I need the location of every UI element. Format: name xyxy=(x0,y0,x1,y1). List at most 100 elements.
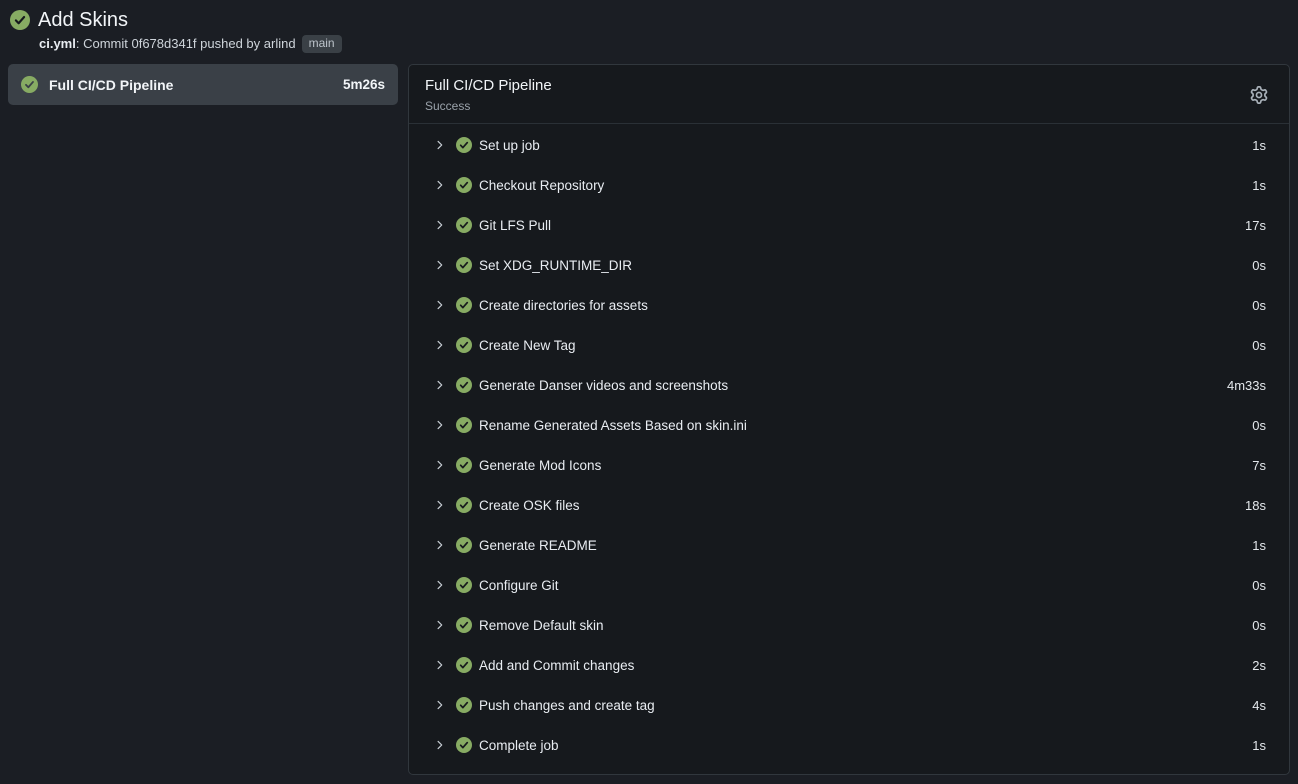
jobs-sidebar: Full CI/CD Pipeline 5m26s xyxy=(8,64,398,775)
step-name: Complete job xyxy=(479,738,559,753)
step-name: Remove Default skin xyxy=(479,618,604,633)
step-row[interactable]: Checkout Repository 1s xyxy=(409,165,1289,205)
chevron-right-icon[interactable] xyxy=(434,659,446,671)
job-panel-header: Full CI/CD Pipeline Success xyxy=(409,65,1289,124)
step-name: Create directories for assets xyxy=(479,298,648,313)
step-duration: 0s xyxy=(1252,338,1266,353)
step-duration: 1s xyxy=(1252,538,1266,553)
check-circle-icon xyxy=(456,417,472,433)
chevron-right-icon[interactable] xyxy=(434,499,446,511)
step-name: Set up job xyxy=(479,138,540,153)
chevron-right-icon[interactable] xyxy=(434,259,446,271)
step-duration: 0s xyxy=(1252,618,1266,633)
actions-run-page: Add Skins ci.yml: Commit 0f678d341f push… xyxy=(0,0,1298,784)
step-name: Generate Mod Icons xyxy=(479,458,601,473)
check-circle-icon xyxy=(456,697,472,713)
step-duration: 18s xyxy=(1245,498,1266,513)
chevron-right-icon[interactable] xyxy=(434,539,446,551)
step-duration: 0s xyxy=(1252,418,1266,433)
step-row[interactable]: Create New Tag 0s xyxy=(409,325,1289,365)
step-duration: 0s xyxy=(1252,258,1266,273)
check-circle-icon xyxy=(456,537,472,553)
chevron-right-icon[interactable] xyxy=(434,339,446,351)
step-row[interactable]: Git LFS Pull 17s xyxy=(409,205,1289,245)
step-row[interactable]: Create directories for assets 0s xyxy=(409,285,1289,325)
step-row[interactable]: Generate README 1s xyxy=(409,525,1289,565)
commit-sha-link[interactable]: 0f678d341f xyxy=(131,36,196,51)
chevron-right-icon[interactable] xyxy=(434,739,446,751)
step-name: Push changes and create tag xyxy=(479,698,655,713)
step-row[interactable]: Rename Generated Assets Based on skin.in… xyxy=(409,405,1289,445)
step-row[interactable]: Create OSK files18s xyxy=(409,485,1289,525)
step-duration: 1s xyxy=(1252,138,1266,153)
chevron-right-icon[interactable] xyxy=(434,299,446,311)
step-name: Rename Generated Assets Based on skin.in… xyxy=(479,418,747,433)
pushed-by-text: pushed by xyxy=(197,36,264,51)
step-name: Set XDG_RUNTIME_DIR xyxy=(479,258,632,273)
workflow-file-name: ci.yml xyxy=(39,36,76,51)
check-circle-icon xyxy=(456,737,472,753)
job-status-text: Success xyxy=(425,99,552,113)
run-header: Add Skins ci.yml: Commit 0f678d341f push… xyxy=(8,8,1290,53)
job-duration: 5m26s xyxy=(343,77,385,92)
check-circle-icon xyxy=(456,137,472,153)
step-name: Git LFS Pull xyxy=(479,218,551,233)
step-name: Generate Danser videos and screenshots xyxy=(479,378,728,393)
step-row[interactable]: Set up job 1s xyxy=(409,125,1289,165)
run-subtitle: ci.yml: Commit 0f678d341f pushed by arli… xyxy=(39,35,1288,53)
step-list: Set up job 1s Checkout Repository 1s Git L… xyxy=(409,124,1289,774)
step-name: Generate README xyxy=(479,538,597,553)
step-row[interactable]: Complete job 1s xyxy=(409,725,1289,765)
chevron-right-icon[interactable] xyxy=(434,699,446,711)
chevron-right-icon[interactable] xyxy=(434,379,446,391)
run-success-check-circle-icon xyxy=(10,10,30,30)
check-circle-icon xyxy=(456,577,472,593)
step-duration: 4m33s xyxy=(1227,378,1266,393)
check-circle-icon xyxy=(456,297,472,313)
job-settings-button[interactable] xyxy=(1245,82,1273,108)
step-duration: 1s xyxy=(1252,178,1266,193)
chevron-right-icon[interactable] xyxy=(434,139,446,151)
sidebar-job-item-full-pipeline[interactable]: Full CI/CD Pipeline 5m26s xyxy=(8,64,398,105)
run-title: Add Skins xyxy=(38,8,128,32)
step-duration: 17s xyxy=(1245,218,1266,233)
check-circle-icon xyxy=(456,497,472,513)
step-name: Add and Commit changes xyxy=(479,658,634,673)
step-duration: 1s xyxy=(1252,738,1266,753)
author-link[interactable]: arlind xyxy=(264,36,296,51)
gear-icon xyxy=(1250,86,1268,104)
step-duration: 0s xyxy=(1252,298,1266,313)
check-circle-icon xyxy=(456,217,472,233)
step-duration: 0s xyxy=(1252,578,1266,593)
step-name: Checkout Repository xyxy=(479,178,604,193)
job-success-check-circle-icon xyxy=(21,76,38,93)
chevron-right-icon[interactable] xyxy=(434,619,446,631)
check-circle-icon xyxy=(456,377,472,393)
step-duration: 4s xyxy=(1252,698,1266,713)
check-circle-icon xyxy=(456,657,472,673)
job-panel-title: Full CI/CD Pipeline xyxy=(425,76,552,95)
check-circle-icon xyxy=(456,457,472,473)
job-detail-panel: Full CI/CD Pipeline Success Set up job 1s… xyxy=(408,64,1290,775)
check-circle-icon xyxy=(456,257,472,273)
step-duration: 7s xyxy=(1252,458,1266,473)
check-circle-icon xyxy=(456,617,472,633)
chevron-right-icon[interactable] xyxy=(434,419,446,431)
check-circle-icon xyxy=(456,177,472,193)
commit-text: : Commit xyxy=(76,36,132,51)
chevron-right-icon[interactable] xyxy=(434,459,446,471)
step-row[interactable]: Remove Default skin 0s xyxy=(409,605,1289,645)
chevron-right-icon[interactable] xyxy=(434,219,446,231)
branch-badge[interactable]: main xyxy=(302,35,342,53)
step-row[interactable]: Set XDG_RUNTIME_DIR 0s xyxy=(409,245,1289,285)
step-row[interactable]: Generate Danser videos and screenshots 4m… xyxy=(409,365,1289,405)
step-row[interactable]: Add and Commit changes 2s xyxy=(409,645,1289,685)
step-row[interactable]: Push changes and create tag 4s xyxy=(409,685,1289,725)
job-name: Full CI/CD Pipeline xyxy=(49,77,173,93)
step-row[interactable]: Configure Git0s xyxy=(409,565,1289,605)
step-name: Create New Tag xyxy=(479,338,576,353)
chevron-right-icon[interactable] xyxy=(434,579,446,591)
step-duration: 2s xyxy=(1252,658,1266,673)
chevron-right-icon[interactable] xyxy=(434,179,446,191)
step-row[interactable]: Generate Mod Icons 7s xyxy=(409,445,1289,485)
